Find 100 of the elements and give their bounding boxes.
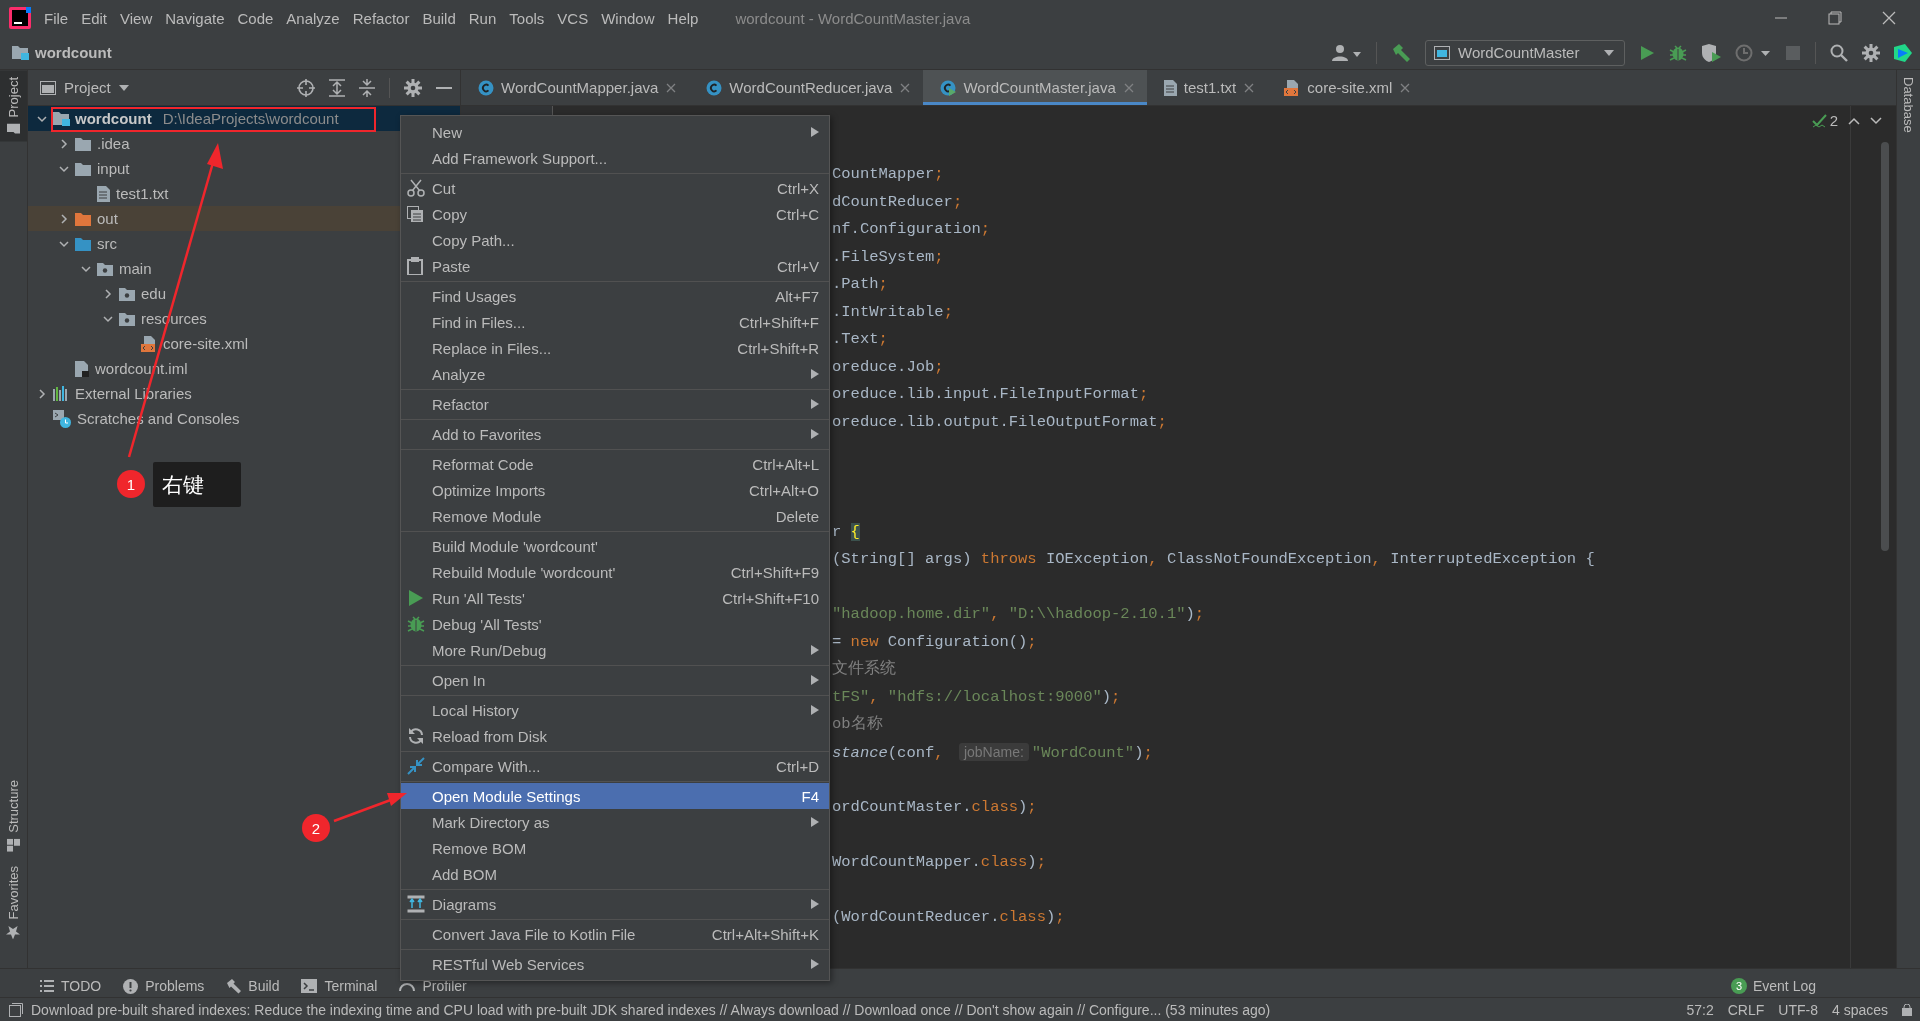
line-separator[interactable]: CRLF — [1727, 1001, 1765, 1018]
profiler-caret-icon[interactable] — [1735, 43, 1771, 62]
editor-tab[interactable]: WordCountMapper.java — [461, 70, 690, 105]
menu-item[interactable]: Reload from Disk — [401, 723, 829, 749]
close-icon[interactable] — [1399, 81, 1412, 94]
chevron-right-icon[interactable] — [102, 287, 114, 300]
breadcrumb[interactable]: wordcount — [35, 44, 112, 61]
editor-tab[interactable]: WordCountReducer.java — [689, 70, 924, 105]
settings-icon[interactable] — [404, 78, 422, 97]
submenu-arrow-icon[interactable] — [811, 817, 819, 827]
menu-item[interactable]: Add to Favorites — [401, 421, 829, 447]
expand-all-icon[interactable] — [329, 78, 345, 97]
menu-item[interactable]: Run 'All Tests' Ctrl+Shift+F10 — [401, 585, 829, 611]
menu-item[interactable]: RESTful Web Services — [401, 951, 829, 977]
close-icon[interactable] — [665, 81, 678, 94]
close-icon[interactable] — [1882, 11, 1896, 25]
menu-item[interactable]: Replace in Files... Ctrl+Shift+R — [401, 335, 829, 361]
inspection-widget[interactable]: 2 — [1811, 112, 1882, 130]
menu-item[interactable]: Diagrams — [401, 891, 829, 917]
lock-icon[interactable] — [1902, 1003, 1912, 1016]
editor-tab[interactable]: WordCountMaster.java — [923, 70, 1147, 105]
menu-item[interactable]: Convert Java File to Kotlin File Ctrl+Alt+Shift+K — [401, 921, 829, 947]
menu-item[interactable]: Cut Ctrl+X — [401, 175, 829, 201]
menu-item[interactable]: View — [114, 9, 159, 27]
menu-item[interactable]: Refactor — [346, 9, 416, 27]
submenu-arrow-icon[interactable] — [811, 429, 819, 439]
menu-item[interactable]: Find Usages Alt+F7 — [401, 283, 829, 309]
menu-item[interactable]: Refactor — [401, 391, 829, 417]
tool-window-button[interactable]: Build — [226, 978, 280, 994]
menu-item[interactable]: Paste Ctrl+V — [401, 253, 829, 279]
menu-item[interactable]: Rebuild Module 'wordcount' Ctrl+Shift+F9 — [401, 559, 829, 585]
submenu-arrow-icon[interactable] — [811, 675, 819, 685]
menu-item[interactable]: Build — [416, 9, 462, 27]
close-icon[interactable] — [899, 81, 912, 94]
settings-icon[interactable] — [1862, 43, 1880, 62]
menu-item[interactable]: Navigate — [159, 9, 231, 27]
panel-toggle-icon[interactable] — [9, 1002, 23, 1017]
menu-item[interactable]: Build Module 'wordcount' — [401, 533, 829, 559]
menu-item[interactable]: Debug 'All Tests' — [401, 611, 829, 637]
view-selector[interactable]: Project — [40, 79, 129, 96]
tool-window-button[interactable]: Profiler — [399, 978, 467, 994]
menu-item[interactable]: Local History — [401, 697, 829, 723]
menu-item[interactable]: Tools — [503, 9, 551, 27]
chevron-right-icon[interactable] — [58, 212, 70, 225]
event-log-button[interactable]: 3 Event Log — [1730, 978, 1816, 994]
submenu-arrow-icon[interactable] — [811, 705, 819, 715]
chevron-right-icon[interactable] — [36, 387, 48, 400]
menu-item[interactable]: Compare With... Ctrl+D — [401, 753, 829, 779]
menu-item[interactable]: Window — [595, 9, 661, 27]
submenu-arrow-icon[interactable] — [811, 399, 819, 409]
menu-item[interactable]: More Run/Debug — [401, 637, 829, 663]
person-caret-icon[interactable] — [1332, 43, 1362, 62]
submenu-arrow-icon[interactable] — [811, 959, 819, 969]
submenu-arrow-icon[interactable] — [811, 369, 819, 379]
scrollbar-thumb[interactable] — [1881, 142, 1889, 551]
menu-item[interactable]: Analyze — [401, 361, 829, 387]
submenu-arrow-icon[interactable] — [811, 899, 819, 909]
menu-item[interactable]: Code — [231, 9, 280, 27]
tool-window-button[interactable]: Problems — [123, 978, 205, 994]
tool-window-tab[interactable]: Structure — [0, 772, 27, 859]
menu-item[interactable]: Run — [462, 9, 503, 27]
coverage-icon[interactable] — [1701, 43, 1721, 62]
tool-window-button[interactable]: TODO — [40, 978, 102, 994]
indent-setting[interactable]: 4 spaces — [1831, 1001, 1888, 1018]
menu-item[interactable]: Optimize Imports Ctrl+Alt+O — [401, 477, 829, 503]
menu-item[interactable]: Open In — [401, 667, 829, 693]
locate-icon[interactable] — [297, 78, 315, 97]
chevron-right-icon[interactable] — [58, 137, 70, 150]
menu-item[interactable]: Edit — [75, 9, 114, 27]
play-icon[interactable] — [1639, 44, 1655, 61]
caret-position[interactable]: 57:2 — [1686, 1001, 1714, 1018]
tool-window-tab[interactable]: Database — [1897, 70, 1920, 140]
close-icon[interactable] — [1243, 81, 1256, 94]
run-configuration-dropdown[interactable]: WordCountMaster — [1425, 39, 1625, 66]
menu-item[interactable]: Help — [661, 9, 705, 27]
chevron-down-icon[interactable] — [1870, 117, 1882, 125]
status-message[interactable]: Download pre-built shared indexes: Reduce the indexing time and CPU load with pre-built JDK shared indexes // Always download // Download once // Don't show again // Configure... (53 minutes ago) — [31, 1001, 1271, 1018]
menu-item[interactable]: Mark Directory as — [401, 809, 829, 835]
menu-item[interactable]: Add Framework Support... — [401, 145, 829, 171]
search-icon[interactable] — [1830, 43, 1848, 62]
menu-item[interactable]: Find in Files... Ctrl+Shift+F — [401, 309, 829, 335]
editor-tab[interactable]: test1.txt — [1146, 70, 1268, 105]
tool-window-button[interactable]: Terminal — [301, 978, 378, 994]
menu-item[interactable]: Remove BOM — [401, 835, 829, 861]
hammer-icon[interactable] — [1391, 42, 1411, 63]
menu-item[interactable]: Open Module Settings F4 — [401, 783, 829, 809]
logo-icon[interactable] — [9, 7, 31, 29]
menu-item[interactable]: VCS — [551, 9, 595, 27]
chevron-up-icon[interactable] — [1848, 117, 1860, 125]
collapse-all-icon[interactable] — [359, 78, 375, 97]
file-encoding[interactable]: UTF-8 — [1778, 1001, 1818, 1018]
menu-item[interactable]: Add BOM — [401, 861, 829, 887]
submenu-arrow-icon[interactable] — [811, 127, 819, 137]
restore-icon[interactable] — [1828, 11, 1842, 25]
tool-window-tab[interactable]: Favorites — [0, 858, 27, 946]
menu-item[interactable]: Analyze — [280, 9, 346, 27]
submenu-arrow-icon[interactable] — [811, 645, 819, 655]
editor-tab[interactable]: core-site.xml — [1267, 70, 1424, 105]
menu-item[interactable]: Reformat Code Ctrl+Alt+L — [401, 451, 829, 477]
menu-item[interactable]: Remove Module Delete — [401, 503, 829, 529]
